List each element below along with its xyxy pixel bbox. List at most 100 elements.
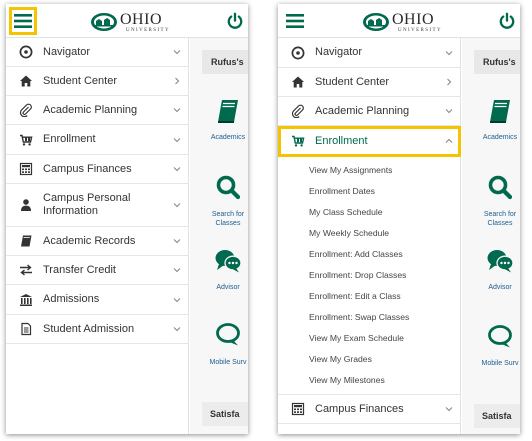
navigation-sidebar: Navigator Student Center Academic Planni… xyxy=(278,38,461,434)
search-icon[interactable] xyxy=(486,174,514,200)
menu-item-academic-records[interactable]: Academic Records xyxy=(6,227,189,256)
submenu-item-add-classes[interactable]: Enrollment: Add Classes xyxy=(278,244,461,265)
menu-item-label: Campus Finances xyxy=(43,162,132,175)
power-icon[interactable] xyxy=(226,12,244,30)
submenu-item-my-weekly-schedule[interactable]: My Weekly Schedule xyxy=(278,223,461,244)
institution-icon xyxy=(19,293,33,307)
menu-item-label-line: Information xyxy=(43,205,99,217)
submenu-item-view-my-milestones[interactable]: View My Milestones xyxy=(278,370,461,391)
tile-label-mobile-survey[interactable]: Mobile Surv xyxy=(474,359,520,368)
menu-item-label: Transfer Credit xyxy=(43,263,116,276)
chevron-down-icon xyxy=(172,324,182,334)
hamburger-menu-button[interactable] xyxy=(281,7,309,35)
menu-item-label: Academic Planning xyxy=(315,104,410,117)
menu-item-navigator[interactable]: Navigator xyxy=(6,38,189,67)
chevron-down-icon xyxy=(172,200,182,210)
right-screen: OHIO UNIVERSITY Navigator Student Center… xyxy=(278,4,520,434)
submenu-item-edit-a-class[interactable]: Enrollment: Edit a Class xyxy=(278,286,461,307)
calculator-icon xyxy=(19,162,33,176)
menu-item-student-admission[interactable]: Student Admission xyxy=(6,315,189,344)
homepage-content: Rufus's Academics Search for Classes Adv… xyxy=(462,38,520,434)
tile-label-advisor[interactable]: Advisor xyxy=(474,283,520,292)
search-icon[interactable] xyxy=(214,174,242,200)
menu-item-label: Navigator xyxy=(43,45,91,58)
chevron-down-icon xyxy=(172,164,182,174)
tile-label-advisor[interactable]: Advisor xyxy=(202,283,248,292)
submenu-item-enrollment-dates[interactable]: Enrollment Dates xyxy=(278,181,461,202)
menu-item-campus-finances[interactable]: Campus Finances xyxy=(278,395,461,424)
chevron-right-icon xyxy=(444,77,454,87)
menu-item-label: Campus Personal Information xyxy=(43,192,130,218)
submenu-item-view-my-grades[interactable]: View My Grades xyxy=(278,349,461,370)
menu-item-student-center[interactable]: Student Center xyxy=(278,68,461,97)
university-seal-logo xyxy=(363,13,389,31)
tile-label-academics[interactable]: Academics xyxy=(474,133,520,142)
menu-item-academic-planning[interactable]: Academic Planning xyxy=(6,96,189,125)
university-seal-logo xyxy=(91,13,117,31)
chevron-down-icon xyxy=(172,135,182,145)
chat-icon[interactable] xyxy=(214,248,242,274)
left-screen: OHIO UNIVERSITY Navigator Student Center… xyxy=(6,4,248,434)
menu-item-label-line: Campus Personal xyxy=(43,192,131,204)
menu-item-student-center[interactable]: Student Center xyxy=(6,67,189,96)
tile-label-search-for-classes[interactable]: Search for Classes xyxy=(202,210,248,228)
menu-item-label: Academic Planning xyxy=(43,103,138,116)
book-icon[interactable] xyxy=(214,98,242,124)
menu-item-enrollment[interactable]: Enrollment xyxy=(278,126,461,157)
comment-icon[interactable] xyxy=(486,324,514,350)
transfer-icon xyxy=(19,263,33,277)
paperclip-icon xyxy=(19,103,33,117)
tile-label-academics[interactable]: Academics xyxy=(202,133,248,142)
menu-item-campus-finances[interactable]: Campus Finances xyxy=(6,155,189,184)
home-icon xyxy=(19,74,33,88)
menu-item-label: Student Admission xyxy=(43,322,135,335)
menu-item-label: Student Center xyxy=(315,75,389,88)
chat-icon[interactable] xyxy=(486,248,514,274)
chevron-down-icon xyxy=(172,236,182,246)
paperclip-icon xyxy=(291,104,305,118)
document-icon xyxy=(19,322,33,336)
tile-label-line: Search for xyxy=(483,211,517,218)
hamburger-icon xyxy=(14,14,32,28)
menu-item-navigator[interactable]: Navigator xyxy=(278,38,461,68)
tile-label-mobile-survey[interactable]: Mobile Surv xyxy=(202,358,248,367)
compass-icon xyxy=(19,45,33,59)
logo-wordmark: OHIO xyxy=(392,11,434,28)
menu-item-campus-personal-information[interactable]: Campus Personal Information xyxy=(6,184,189,227)
menu-item-label: Enrollment xyxy=(43,133,96,145)
submenu-item-drop-classes[interactable]: Enrollment: Drop Classes xyxy=(278,265,461,286)
menu-item-label: Student Center xyxy=(43,74,117,87)
power-icon[interactable] xyxy=(498,12,516,30)
chevron-up-icon xyxy=(444,136,454,146)
calculator-icon xyxy=(291,402,305,416)
book-icon[interactable] xyxy=(486,98,514,124)
submenu-item-view-my-exam-schedule[interactable]: View My Exam Schedule xyxy=(278,328,461,349)
tile-label-line: Classes xyxy=(487,220,513,227)
submenu-item-my-class-schedule[interactable]: My Class Schedule xyxy=(278,202,461,223)
chevron-down-icon xyxy=(172,47,182,57)
tile-label-line: Search for xyxy=(211,211,245,218)
menu-item-admissions[interactable]: Admissions xyxy=(6,285,189,315)
tile-label-search-for-classes[interactable]: Search for Classes xyxy=(474,210,520,228)
menu-item-academic-planning[interactable]: Academic Planning xyxy=(278,97,461,126)
user-welcome-card[interactable]: Rufus's xyxy=(474,50,520,74)
cart-icon xyxy=(291,134,305,148)
navigation-sidebar: Navigator Student Center Academic Planni… xyxy=(6,38,189,434)
chevron-down-icon xyxy=(172,105,182,115)
submenu-item-swap-classes[interactable]: Enrollment: Swap Classes xyxy=(278,307,461,328)
hamburger-icon xyxy=(286,14,304,28)
hamburger-menu-button[interactable] xyxy=(9,7,37,35)
book-icon xyxy=(19,234,33,248)
user-welcome-card[interactable]: Rufus's xyxy=(202,50,248,74)
satisfaction-card[interactable]: Satisfa xyxy=(474,404,520,428)
chevron-down-icon xyxy=(172,265,182,275)
person-icon xyxy=(19,198,33,212)
comment-icon[interactable] xyxy=(214,322,242,348)
menu-item-label: Academic Records xyxy=(43,234,136,247)
satisfaction-card[interactable]: Satisfa xyxy=(202,402,248,426)
menu-item-transfer-credit[interactable]: Transfer Credit xyxy=(6,256,189,285)
tile-label-line: Classes xyxy=(215,220,241,227)
submenu-item-view-my-assignments[interactable]: View My Assignments xyxy=(278,160,461,181)
menu-item-enrollment[interactable]: Enrollment xyxy=(6,125,189,155)
logo-subtext: UNIVERSITY xyxy=(398,28,442,33)
